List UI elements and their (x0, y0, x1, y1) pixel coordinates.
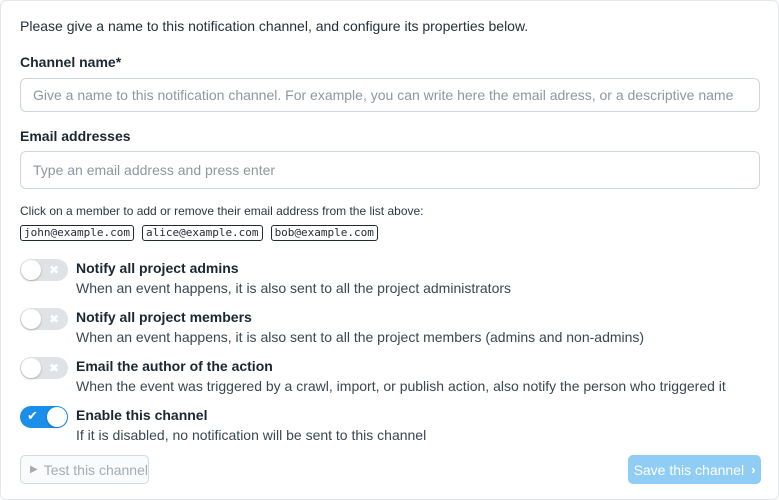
option-description: When an event happens, it is also sent t… (76, 329, 645, 345)
members-hint: Click on a member to add or remove their… (20, 204, 424, 218)
option-title: Email the author of the action (76, 358, 273, 374)
channel-name-input[interactable] (20, 78, 760, 112)
option-notify-members: ✖ Notify all project members When an eve… (20, 308, 760, 348)
x-icon: ✖ (48, 361, 59, 375)
save-channel-button[interactable]: Save this channel › (628, 455, 761, 484)
notification-channel-form: Please give a name to this notification … (0, 0, 779, 500)
option-title: Notify all project admins (76, 260, 239, 276)
email-author-toggle[interactable]: ✖ (20, 357, 68, 379)
member-chip-bob[interactable]: bob@example.com (270, 225, 378, 241)
notify-admins-toggle[interactable]: ✖ (20, 259, 68, 281)
test-channel-label: Test this channel (43, 461, 148, 478)
chevron-right-icon: › (751, 462, 756, 477)
option-enable-channel: ✔ Enable this channel If it is disabled,… (20, 406, 760, 446)
member-chip-john[interactable]: john@example.com (20, 225, 134, 241)
toggle-knob (47, 407, 67, 427)
option-notify-admins: ✖ Notify all project admins When an even… (20, 259, 760, 299)
test-channel-button[interactable]: ▶ Test this channel (20, 455, 149, 484)
save-channel-label: Save this channel (633, 461, 745, 478)
email-addresses-input[interactable] (20, 151, 760, 189)
notify-members-toggle[interactable]: ✖ (20, 308, 68, 330)
email-addresses-label: Email addresses (20, 128, 131, 144)
toggle-knob (21, 260, 41, 280)
x-icon: ✖ (48, 263, 59, 277)
toggle-knob (21, 309, 41, 329)
option-title: Notify all project members (76, 309, 252, 325)
channel-name-label: Channel name* (20, 54, 122, 70)
member-chip-alice[interactable]: alice@example.com (141, 225, 263, 241)
x-icon: ✖ (48, 312, 59, 326)
toggle-knob (21, 358, 41, 378)
option-description: When the event was triggered by a crawl,… (76, 378, 726, 394)
option-description: If it is disabled, no notification will … (76, 427, 427, 443)
check-icon: ✔ (27, 408, 38, 423)
form-intro: Please give a name to this notification … (20, 18, 529, 34)
member-chip-list: john@example.com alice@example.com bob@e… (20, 225, 378, 241)
play-icon: ▶ (30, 464, 38, 475)
option-description: When an event happens, it is also sent t… (76, 280, 512, 296)
enable-channel-toggle[interactable]: ✔ (20, 406, 68, 428)
option-email-author: ✖ Email the author of the action When th… (20, 357, 760, 397)
option-title: Enable this channel (76, 407, 208, 423)
